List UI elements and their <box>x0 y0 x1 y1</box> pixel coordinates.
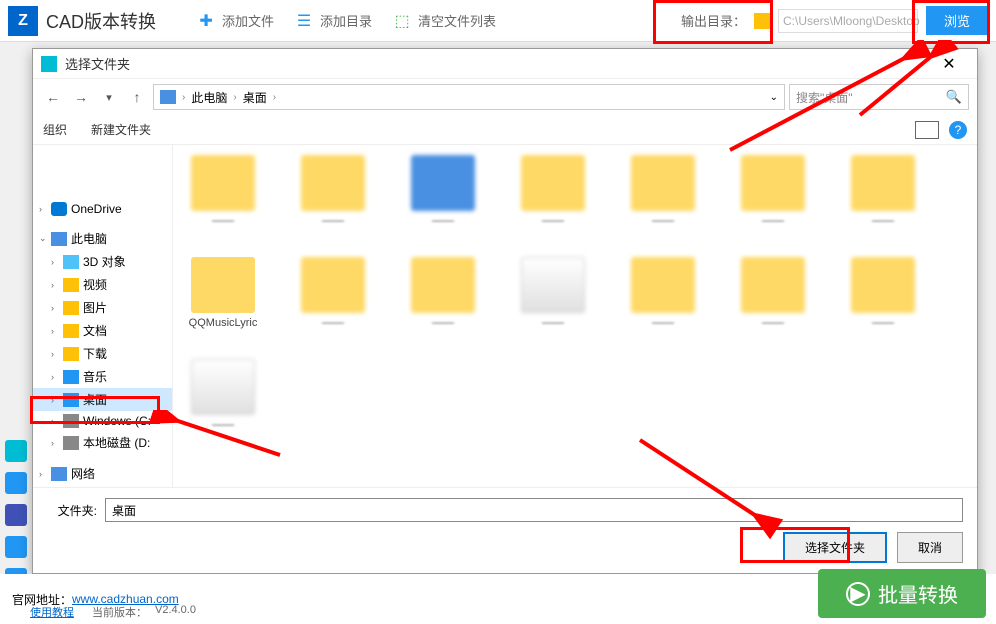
file-grid[interactable]: —— —— —— —— —— —— —— QQMusicLyric —— —— … <box>173 145 977 487</box>
folder-item[interactable]: —— <box>623 257 703 329</box>
file-item[interactable]: —— <box>183 359 263 431</box>
tree-item-pictures[interactable]: ›图片 <box>33 296 172 319</box>
folder-item[interactable]: —— <box>513 257 593 329</box>
play-icon: ▶ <box>846 582 870 606</box>
dialog-title-icon <box>41 56 57 72</box>
clear-list-button[interactable]: ⬚ 清空文件列表 <box>392 11 496 31</box>
path-dropdown-icon[interactable]: ⌄ <box>770 92 778 103</box>
search-input[interactable]: 搜索"桌面" 🔍 <box>789 84 969 110</box>
add-dir-label: 添加目录 <box>320 11 372 30</box>
output-path-field[interactable]: C:\Users\Mloong\Desktop <box>778 9 918 33</box>
plus-icon: ✚ <box>196 11 216 31</box>
tree-item-downloads[interactable]: ›下载 <box>33 342 172 365</box>
new-folder-button[interactable]: 新建文件夹 <box>91 121 151 138</box>
folder-name-input[interactable] <box>105 498 963 522</box>
history-dropdown[interactable]: ▾ <box>97 85 121 109</box>
app-header: Z CAD版本转换 ✚ 添加文件 ☰ 添加目录 ⬚ 清空文件列表 输出目录： C… <box>0 0 996 42</box>
folder-tree: ›OneDrive ⌄此电脑 ›3D 对象 ›视频 ›图片 ›文档 ›下载 ›音… <box>33 145 173 487</box>
search-icon: 🔍 <box>946 89 962 105</box>
sidebar-icon-2[interactable] <box>5 472 27 494</box>
organize-button[interactable]: 组织 <box>43 121 67 138</box>
select-folder-button[interactable]: 选择文件夹 <box>783 532 887 563</box>
folder-icon <box>754 13 772 29</box>
chevron-icon: › <box>233 92 236 103</box>
folder-item[interactable]: —— <box>403 257 483 329</box>
folder-item[interactable]: —— <box>843 257 923 329</box>
tutorial-link[interactable]: 使用教程 <box>30 604 74 620</box>
output-dir-label: 输出目录： <box>681 11 746 30</box>
dialog-titlebar: 选择文件夹 ✕ <box>33 49 977 79</box>
tree-item-local-d[interactable]: ›本地磁盘 (D: <box>33 431 172 454</box>
folder-item[interactable]: —— <box>733 257 813 329</box>
tree-item-documents[interactable]: ›文档 <box>33 319 172 342</box>
app-title: CAD版本转换 <box>46 8 156 34</box>
version-value: V2.4.0.0 <box>155 604 196 620</box>
clear-icon: ⬚ <box>392 11 412 31</box>
app-logo-icon: Z <box>8 6 38 36</box>
tree-item-this-pc[interactable]: ⌄此电脑 <box>33 227 172 250</box>
folder-item[interactable]: —— <box>293 257 373 329</box>
list-icon: ☰ <box>294 11 314 31</box>
version-label: 当前版本： <box>92 604 147 620</box>
chevron-icon: › <box>273 92 276 103</box>
breadcrumb-bar[interactable]: › 此电脑 › 桌面 › ⌄ <box>153 84 785 110</box>
folder-item[interactable]: —— <box>183 155 263 227</box>
dialog-nav-row: ← → ▾ ↑ › 此电脑 › 桌面 › ⌄ 搜索"桌面" 🔍 <box>33 79 977 115</box>
folder-item[interactable]: —— <box>733 155 813 227</box>
folder-item[interactable]: —— <box>293 155 373 227</box>
add-file-button[interactable]: ✚ 添加文件 <box>196 11 274 31</box>
folder-item[interactable]: —— <box>513 155 593 227</box>
cancel-button[interactable]: 取消 <box>897 532 963 563</box>
view-mode-button[interactable] <box>915 121 939 139</box>
sidebar-icon-4[interactable] <box>5 536 27 558</box>
folder-item[interactable]: —— <box>403 155 483 227</box>
search-placeholder: 搜索"桌面" <box>796 89 853 106</box>
sidebar-icon-3[interactable] <box>5 504 27 526</box>
batch-convert-label: 批量转换 <box>878 579 958 608</box>
folder-input-label: 文件夹: <box>47 502 97 519</box>
tree-item-desktop[interactable]: ›桌面 <box>33 388 172 411</box>
pc-icon <box>160 90 176 104</box>
tree-item-onedrive[interactable]: ›OneDrive <box>33 199 172 219</box>
dialog-toolbar: 组织 新建文件夹 ? <box>33 115 977 145</box>
browse-button[interactable]: 浏览 <box>926 6 988 35</box>
folder-item[interactable]: —— <box>843 155 923 227</box>
folder-item-qqmusic[interactable]: QQMusicLyric <box>183 257 263 329</box>
tree-item-blurred[interactable] <box>33 149 172 199</box>
forward-button[interactable]: → <box>69 85 93 109</box>
breadcrumb-desktop[interactable]: 桌面 <box>243 89 267 106</box>
dialog-body: ›OneDrive ⌄此电脑 ›3D 对象 ›视频 ›图片 ›文档 ›下载 ›音… <box>33 145 977 487</box>
close-button[interactable]: ✕ <box>929 50 969 78</box>
breadcrumb-pc[interactable]: 此电脑 <box>191 89 227 106</box>
help-icon[interactable]: ? <box>949 121 967 139</box>
tree-item-3d-objects[interactable]: ›3D 对象 <box>33 250 172 273</box>
dialog-footer: 文件夹: 选择文件夹 取消 <box>33 487 977 573</box>
add-file-label: 添加文件 <box>222 11 274 30</box>
back-button[interactable]: ← <box>41 85 65 109</box>
sidebar-icon-1[interactable] <box>5 440 27 462</box>
up-button[interactable]: ↑ <box>125 85 149 109</box>
left-sidebar-icons <box>0 440 32 590</box>
dialog-title: 选择文件夹 <box>65 54 929 73</box>
folder-item[interactable]: —— <box>623 155 703 227</box>
clear-list-label: 清空文件列表 <box>418 11 496 30</box>
chevron-icon: › <box>182 92 185 103</box>
tree-item-windows-c[interactable]: ›Windows (C: <box>33 411 172 431</box>
folder-picker-dialog: 选择文件夹 ✕ ← → ▾ ↑ › 此电脑 › 桌面 › ⌄ 搜索"桌面" 🔍 … <box>32 48 978 574</box>
tree-item-music[interactable]: ›音乐 <box>33 365 172 388</box>
add-dir-button[interactable]: ☰ 添加目录 <box>294 11 372 31</box>
tree-item-network[interactable]: ›网络 <box>33 462 172 485</box>
batch-convert-button[interactable]: ▶ 批量转换 <box>818 569 986 618</box>
tree-item-videos[interactable]: ›视频 <box>33 273 172 296</box>
